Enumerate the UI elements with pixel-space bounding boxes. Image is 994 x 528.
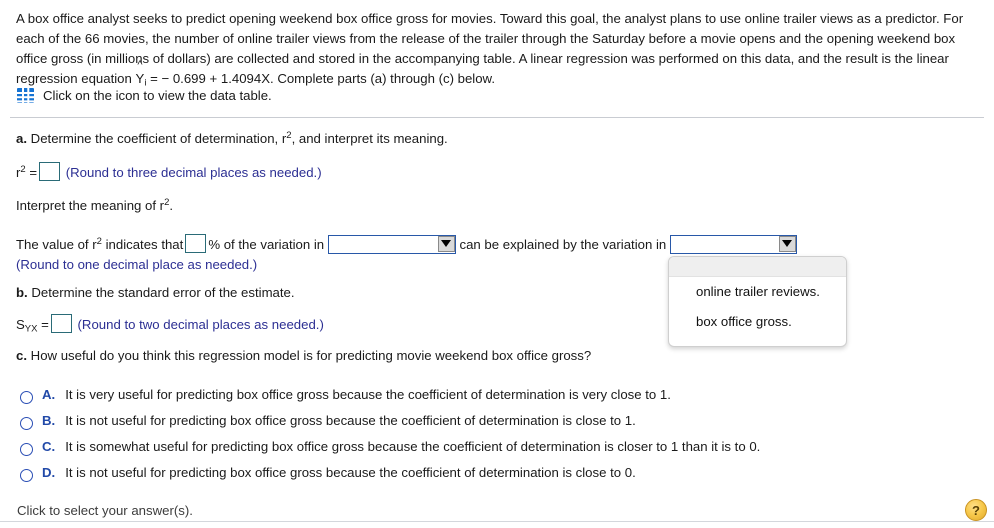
r-squared-input[interactable] <box>39 162 61 181</box>
part-a-text-after: , and interpret its meaning. <box>291 131 448 146</box>
value-text-before: The value of r <box>16 237 97 252</box>
chevron-down-icon[interactable] <box>778 236 796 252</box>
chevron-down-icon[interactable] <box>437 236 455 252</box>
radio-icon-a[interactable] <box>20 391 33 404</box>
part-b-text: Determine the standard error of the esti… <box>31 285 295 300</box>
radio-icon-c[interactable] <box>20 443 33 456</box>
choice-letter-b: B. <box>42 413 56 428</box>
choice-option-d[interactable]: D. It is not useful for predicting box o… <box>20 465 920 491</box>
choice-letter-d: D. <box>42 465 56 480</box>
part-b-label: b. <box>16 285 28 300</box>
r-squared-round-hint: (Round to three decimal places as needed… <box>65 165 322 180</box>
r-squared-answer-row: r2 = (Round to three decimal places as n… <box>16 162 322 181</box>
interpret-prompt: Interpret the meaning of r2. <box>16 198 173 213</box>
y-hat-symbol: ^ Y <box>135 60 145 89</box>
part-a-text-before: Determine the coefficient of determinati… <box>30 131 287 146</box>
data-table-link[interactable]: Click on the icon to view the data table… <box>17 88 272 103</box>
top-divider <box>10 117 984 118</box>
bottom-divider <box>0 521 994 522</box>
r-equals: = <box>29 165 38 180</box>
choice-letter-c: C. <box>42 439 56 454</box>
choice-text-c: It is somewhat useful for predicting box… <box>65 439 761 454</box>
part-c-label: c. <box>16 348 27 363</box>
choice-option-c[interactable]: C. It is somewhat useful for predicting … <box>20 439 920 465</box>
part-a-label: a. <box>16 131 27 146</box>
choice-letter-a: A. <box>42 387 56 402</box>
choice-list: A. It is very useful for predicting box … <box>20 387 920 491</box>
part-b-prompt: b. Determine the standard error of the e… <box>16 285 295 300</box>
part-c-text: How useful do you think this regression … <box>30 348 592 363</box>
value-interpretation-row: The value of r2 indicates that% of the v… <box>16 234 797 254</box>
value-text-mid: indicates that <box>101 237 184 252</box>
choice-text-b: It is not useful for predicting box offi… <box>65 413 636 428</box>
choice-text-a: It is very useful for predicting box off… <box>65 387 671 402</box>
explained-by-dropdown-panel[interactable]: online trailer reviews. box office gross… <box>668 256 847 347</box>
variation-in-dropdown[interactable] <box>327 235 456 254</box>
radio-icon-d[interactable] <box>20 469 33 482</box>
y-letter: Y <box>135 71 145 86</box>
r-exponent: 2 <box>20 164 26 176</box>
choice-option-b[interactable]: B. It is not useful for predicting box o… <box>20 413 920 439</box>
dropdown-option-box-office-gross[interactable]: box office gross. <box>669 307 846 337</box>
syx-symbol: S <box>16 317 25 332</box>
problem-statement: A box office analyst seeks to predict op… <box>16 9 978 89</box>
value-round-hint: (Round to one decimal place as needed.) <box>16 257 258 272</box>
standard-error-input[interactable] <box>50 314 72 333</box>
status-text: Click to select your answer(s). <box>17 503 193 518</box>
grid-table-icon[interactable] <box>17 88 34 103</box>
standard-error-round-hint: (Round to two decimal places as needed.) <box>77 317 324 332</box>
explained-by-dropdown[interactable] <box>669 235 797 254</box>
regression-equation: ^ Yi = − 0.699 + 1.4094X. Complete parts … <box>135 60 496 89</box>
percent-input[interactable] <box>185 234 207 253</box>
radio-icon-b[interactable] <box>20 417 33 430</box>
syx-subscript: YX <box>24 323 38 335</box>
part-a-prompt: a. Determine the coefficient of determin… <box>16 131 448 146</box>
interpret-text-after: . <box>169 198 174 213</box>
hat-accent: ^ <box>137 59 143 71</box>
value-text-explained: can be explained by the variation in <box>459 237 667 252</box>
choice-option-a[interactable]: A. It is very useful for predicting box … <box>20 387 920 413</box>
choice-text-d: It is not useful for predicting box offi… <box>65 465 636 480</box>
exercise-page: A box office analyst seeks to predict op… <box>0 0 994 528</box>
value-text-percent: % of the variation in <box>208 237 325 252</box>
equation-remainder: = − 0.699 + 1.4094X. Complete parts (a) … <box>146 71 496 86</box>
help-button[interactable]: ? <box>965 499 987 521</box>
syx-equals: = <box>41 317 49 332</box>
dropdown-option-blank[interactable] <box>669 257 846 277</box>
dropdown-option-online-trailer-reviews[interactable]: online trailer reviews. <box>669 277 846 307</box>
data-table-link-label: Click on the icon to view the data table… <box>43 88 272 103</box>
interpret-text-before: Interpret the meaning of r <box>16 198 165 213</box>
standard-error-answer-row: SYX = (Round to two decimal places as ne… <box>16 314 324 335</box>
part-c-prompt: c. How useful do you think this regressi… <box>16 348 591 363</box>
